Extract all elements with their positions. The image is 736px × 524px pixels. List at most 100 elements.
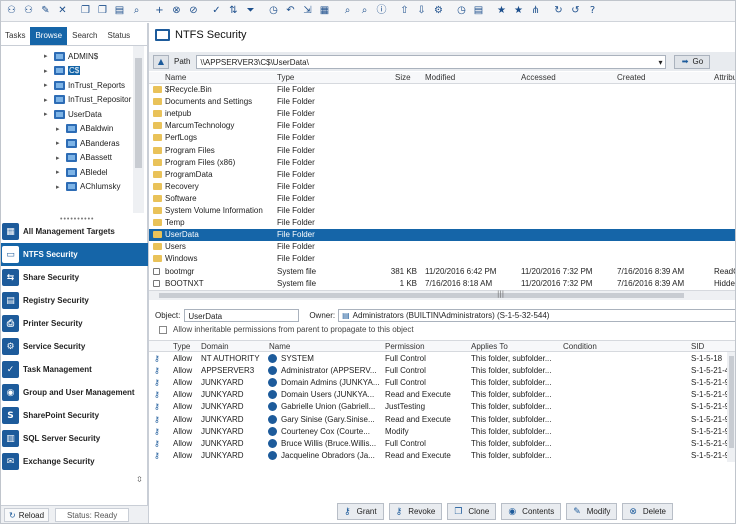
reload-icon[interactable]: ↺ [568,3,583,18]
acl-row[interactable]: ⚷ Allow JUNKYARD Bruce Willis (Bruce.Willis… [149,438,736,450]
favorites-icon[interactable]: ★ [511,3,526,18]
expand-arrow-icon[interactable]: ▸ [44,67,54,75]
find-icon[interactable]: ⌕ [129,3,144,18]
file-column-header[interactable]: Accessed [521,73,556,82]
file-column-header[interactable]: Created [617,73,645,82]
expand-arrow-icon[interactable]: ▸ [44,52,54,60]
contents-button[interactable]: ◉ Contents [501,503,562,520]
tab-tasks[interactable]: Tasks [0,27,30,45]
check-icon[interactable]: ✓ [209,3,224,18]
nav-service-security[interactable]: ⚙ Service Security [0,335,148,358]
acl-column-header[interactable]: Permission [385,342,425,351]
import-icon[interactable]: ⇩ [414,3,429,18]
tree-item[interactable]: ▸ UserData [44,107,102,121]
expand-arrow-icon[interactable]: ▸ [56,139,66,147]
paste-icon[interactable]: ❐ [95,3,110,18]
file-row[interactable]: System Volume Information File Folder [149,205,736,217]
acl-column-header[interactable]: Applies To [471,342,508,351]
delete-button[interactable]: ⊗ Delete [622,503,673,520]
acl-column-header[interactable]: Name [269,342,290,351]
file-column-header[interactable]: Modified [425,73,455,82]
acl-row[interactable]: ⚷ Allow JUNKYARD Domain Admins (JUNKYA... Fu… [149,377,736,389]
acl-column-header[interactable]: SID [691,342,704,351]
file-row[interactable]: $Recycle.Bin File Folder [149,84,736,96]
file-row[interactable]: Program Files File Folder [149,145,736,157]
tab-status[interactable]: Status [103,27,136,45]
file-row[interactable]: Program Files (x86) File Folder [149,157,736,169]
expand-arrow-icon[interactable]: ▸ [56,168,66,176]
server-icon[interactable]: ▤ [471,3,486,18]
tree-item[interactable]: ▸ ABanderas [56,136,120,150]
file-list-hscrollbar[interactable]: ||| [149,290,736,300]
acl-column-header[interactable]: Type [173,342,190,351]
global-search-icon[interactable]: ⌕ [357,3,372,18]
nav-sharepoint-security[interactable]: S SharePoint Security [0,404,148,427]
report-icon[interactable]: ▤ [112,3,127,18]
file-column-header[interactable]: Name [165,73,186,82]
inherit-checkbox[interactable] [159,325,167,334]
acl-row[interactable]: ⚷ Allow JUNKYARD Gary Sinise (Gary.Sinise..… [149,414,736,426]
expand-arrow-icon[interactable]: ▸ [44,81,54,89]
schedule-icon[interactable]: ◷ [454,3,469,18]
nav-printer-security[interactable]: ⎙ Printer Security [0,312,148,335]
acl-row[interactable]: ⚷ Allow JUNKYARD Domain Users (JUNKYA... Rea… [149,389,736,401]
file-row[interactable]: inetpub File Folder [149,108,736,120]
copy-icon[interactable]: ❐ [78,3,93,18]
acl-row[interactable]: ⚷ Allow JUNKYARD Gabrielle Union (Gabriell.… [149,401,736,413]
settings-icon[interactable]: ⚙ [431,3,446,18]
nav-sql-server-security[interactable]: ▥ SQL Server Security [0,427,148,450]
file-row[interactable]: BOOTNXT System file 1 KB 7/16/2016 8:18 AM 1… [149,278,736,290]
path-input[interactable]: \\APPSERVER3\C$\UserData\ ▾ [196,54,667,69]
go-button[interactable]: ➡ Go [674,54,711,69]
tree-item[interactable]: ▸ ABaldwin [56,122,113,136]
tree-item[interactable]: ▸ ABassett [56,151,112,165]
acl-scrollbar[interactable] [727,352,736,462]
expand-arrow-icon[interactable]: ▸ [44,110,54,118]
clone-button[interactable]: ❐ Clone [447,503,497,520]
acl-column-header[interactable]: Domain [201,342,229,351]
nav-group-and-user-management[interactable]: ◉ Group and User Management [0,381,148,404]
nav-registry-security[interactable]: ▤ Registry Security [0,289,148,312]
object-field[interactable]: UserData [184,308,300,322]
help-icon[interactable]: ? [585,3,600,18]
cancel-icon[interactable]: ⊘ [186,3,201,18]
file-row[interactable]: UserData File Folder [149,229,736,242]
star-icon[interactable]: ★ [494,3,509,18]
inherit-option[interactable]: Allow inheritable permissions from paren… [159,325,414,334]
view-icon[interactable]: ▦ [317,3,332,18]
expand-arrow-icon[interactable]: ▸ [44,96,54,104]
time-icon[interactable]: ◷ [266,3,281,18]
acl-column-header[interactable]: Condition [563,342,597,351]
export-icon[interactable]: ⇧ [397,3,412,18]
tree-item[interactable]: ▸ InTrust_Repositor [44,93,131,107]
nav-share-security[interactable]: ⇆ Share Security [0,266,148,289]
add-agent-icon[interactable]: ⚇ [21,3,36,18]
modify-button[interactable]: ✎ Modify [566,503,618,520]
tree-item[interactable]: ▸ ADMIN$ [44,49,98,63]
file-row[interactable]: MarcumTechnology File Folder [149,120,736,132]
acl-row[interactable]: ⚷ Allow APPSERVER3 Administrator (APPSERV..… [149,365,736,377]
sort-icon[interactable]: ⇅ [226,3,241,18]
info-icon[interactable]: ⓘ [374,3,389,18]
file-row[interactable]: Recovery File Folder [149,181,736,193]
file-column-header[interactable]: Attribu [714,73,736,82]
tree-item[interactable]: ▸ InTrust_Reports [44,78,125,92]
tree-icon[interactable]: ⋔ [528,3,543,18]
delete-icon[interactable]: ⊗ [169,3,184,18]
edit-agent-icon[interactable]: ✎ [38,3,53,18]
file-column-header[interactable]: Type [277,73,294,82]
file-row[interactable]: Documents and Settings File Folder [149,96,736,108]
expand-arrow-icon[interactable]: ▸ [56,154,66,162]
file-row[interactable]: Temp File Folder [149,217,736,229]
agent-icon[interactable]: ⚇ [4,3,19,18]
tree-item[interactable]: ▸ C$ [44,64,81,78]
undo-icon[interactable]: ↶ [283,3,298,18]
reload-button[interactable]: ↻ Reload [4,508,50,522]
acl-row[interactable]: ⚷ Allow JUNKYARD Jacqueline Obradors (Ja...… [149,450,736,462]
tab-browse[interactable]: Browse [30,27,68,45]
owner-field[interactable]: ▤ Administrators (BUILTIN\Administrators)… [338,308,736,322]
file-row[interactable]: PerfLogs File Folder [149,132,736,144]
grant-button[interactable]: ⚷ Grant [337,503,384,520]
file-row[interactable]: Windows File Folder [149,253,736,265]
nav-task-management[interactable]: ✓ Task Management [0,358,148,381]
